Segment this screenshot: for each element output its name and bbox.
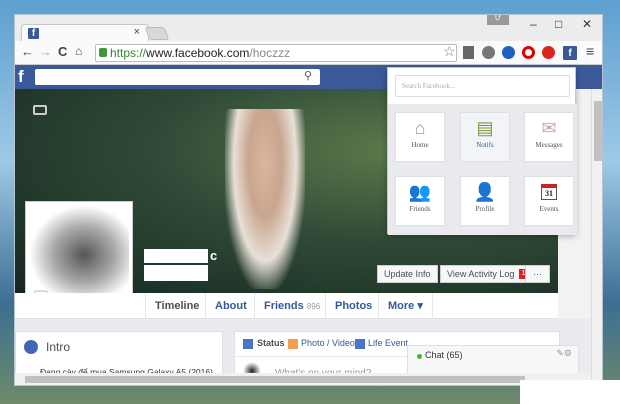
update-info-button[interactable]: Update Info [377, 265, 438, 283]
url-scheme: https:// [110, 46, 147, 60]
tab-friends[interactable]: Friends 896 [254, 293, 329, 319]
close-window-button[interactable]: ✕ [582, 17, 592, 31]
chat-settings-icon[interactable]: ✎⚙ [556, 348, 572, 359]
shortcut-events[interactable]: 31 Events [524, 176, 574, 226]
profile-name: c [210, 248, 218, 263]
reload-icon[interactable]: C [58, 44, 67, 59]
name-redaction [144, 249, 208, 263]
new-tab-button[interactable] [144, 27, 170, 40]
shortcut-label: Profile [475, 205, 495, 213]
tab-strip: f × Ư – □ ✕ [15, 15, 602, 41]
view-activity-log-button[interactable]: View Activity Log 1 [440, 265, 532, 283]
shortcut-messages[interactable]: ✉ Messages [524, 112, 574, 162]
browser-tab[interactable]: f × [21, 24, 149, 41]
photo-video-tab[interactable]: Photo / Video [301, 338, 355, 348]
shortcut-label: Messages [535, 141, 563, 149]
chat-bar[interactable]: Chat (65) ✎⚙ [407, 345, 579, 375]
browser-window: f × Ư – □ ✕ ← → C ⌂ https://www.facebook… [14, 14, 603, 386]
tab-about[interactable]: About [205, 293, 256, 319]
extension-globe-icon[interactable] [482, 46, 495, 59]
url-host: www.facebook.com [146, 46, 250, 60]
popup-search-input[interactable]: Search Facebook... [395, 75, 570, 97]
home-icon: ⌂ [414, 118, 426, 138]
friends-count: 896 [306, 302, 321, 311]
address-bar[interactable]: https://www.facebook.com/hoczzz [95, 44, 457, 62]
tab-more[interactable]: More ▾ [378, 293, 433, 319]
home-icon[interactable]: ⌂ [75, 44, 82, 58]
tab-timeline[interactable]: Timeline [145, 293, 208, 319]
url-path: /hoczzz [249, 46, 291, 60]
messages-icon: ✉ [541, 118, 557, 138]
globe-icon [24, 340, 38, 354]
camera-icon[interactable] [33, 105, 47, 115]
adblock-icon[interactable] [542, 46, 555, 59]
tab-photos[interactable]: Photos [325, 293, 381, 319]
extension-info-icon[interactable] [502, 46, 515, 59]
forward-icon[interactable]: → [39, 44, 52, 59]
shortcut-label: Home [411, 141, 429, 149]
facebook-search-input[interactable]: ⚲ [35, 69, 320, 85]
life-event-tab[interactable]: Life Event [368, 338, 408, 348]
shortcut-label: Events [539, 205, 559, 213]
white-patch [520, 380, 620, 404]
menu-icon[interactable]: ≡ [586, 43, 594, 59]
minimize-button[interactable]: – [530, 17, 537, 31]
life-event-icon [355, 339, 365, 349]
back-icon[interactable]: ← [21, 44, 34, 59]
facebook-extension-popup: Search Facebook... ⌂ Home ▤ Notifs ✉ Messag… [387, 67, 577, 235]
friends-label: Friends [264, 300, 304, 312]
maximize-button[interactable]: □ [555, 17, 562, 31]
more-options-button[interactable]: ··· [525, 265, 550, 283]
horizontal-scrollbar[interactable] [15, 373, 591, 385]
toolbar: ← → C ⌂ https://www.facebook.com/hoczzz … [15, 41, 602, 65]
close-tab-icon[interactable]: × [134, 26, 140, 38]
user-badge[interactable]: Ư [487, 15, 509, 25]
shortcut-notifs[interactable]: ▤ Notifs [460, 112, 510, 162]
chat-label: Chat (65) [425, 350, 463, 360]
lock-icon [99, 48, 107, 57]
online-dot-icon [417, 354, 422, 359]
opera-icon[interactable] [522, 46, 535, 59]
status-icon [243, 339, 253, 349]
extension-icon[interactable] [463, 46, 474, 59]
vertical-scrollbar[interactable] [591, 89, 602, 385]
friends-icon: 👥 [408, 182, 432, 202]
name-redaction [144, 265, 208, 281]
profile-icon: 👤 [473, 182, 497, 202]
shortcut-label: Friends [409, 205, 431, 213]
calendar-icon: 31 [541, 184, 557, 200]
cover-subject [225, 109, 305, 289]
search-icon[interactable]: ⚲ [304, 69, 312, 82]
shortcut-home[interactable]: ⌂ Home [395, 112, 445, 162]
shortcut-label: Notifs [476, 141, 494, 149]
status-tab[interactable]: Status [257, 338, 285, 348]
shortcut-grid: ⌂ Home ▤ Notifs ✉ Messages 👥 Friends 👤 Profil… [388, 104, 577, 235]
facebook-logo[interactable]: f [18, 67, 24, 87]
notifications-icon: ▤ [476, 118, 494, 138]
shortcut-friends[interactable]: 👥 Friends [395, 176, 445, 226]
activity-log-label: View Activity Log [447, 269, 515, 279]
bookmark-star-icon[interactable]: ☆ [443, 43, 456, 60]
shortcut-profile[interactable]: 👤 Profile [460, 176, 510, 226]
facebook-extension-icon[interactable]: f [563, 46, 577, 60]
photo-icon [288, 339, 298, 349]
intro-title: Intro [46, 340, 71, 354]
facebook-favicon: f [28, 28, 39, 39]
profile-nav: Timeline About Friends 896 Photos More ▾ [15, 293, 558, 319]
